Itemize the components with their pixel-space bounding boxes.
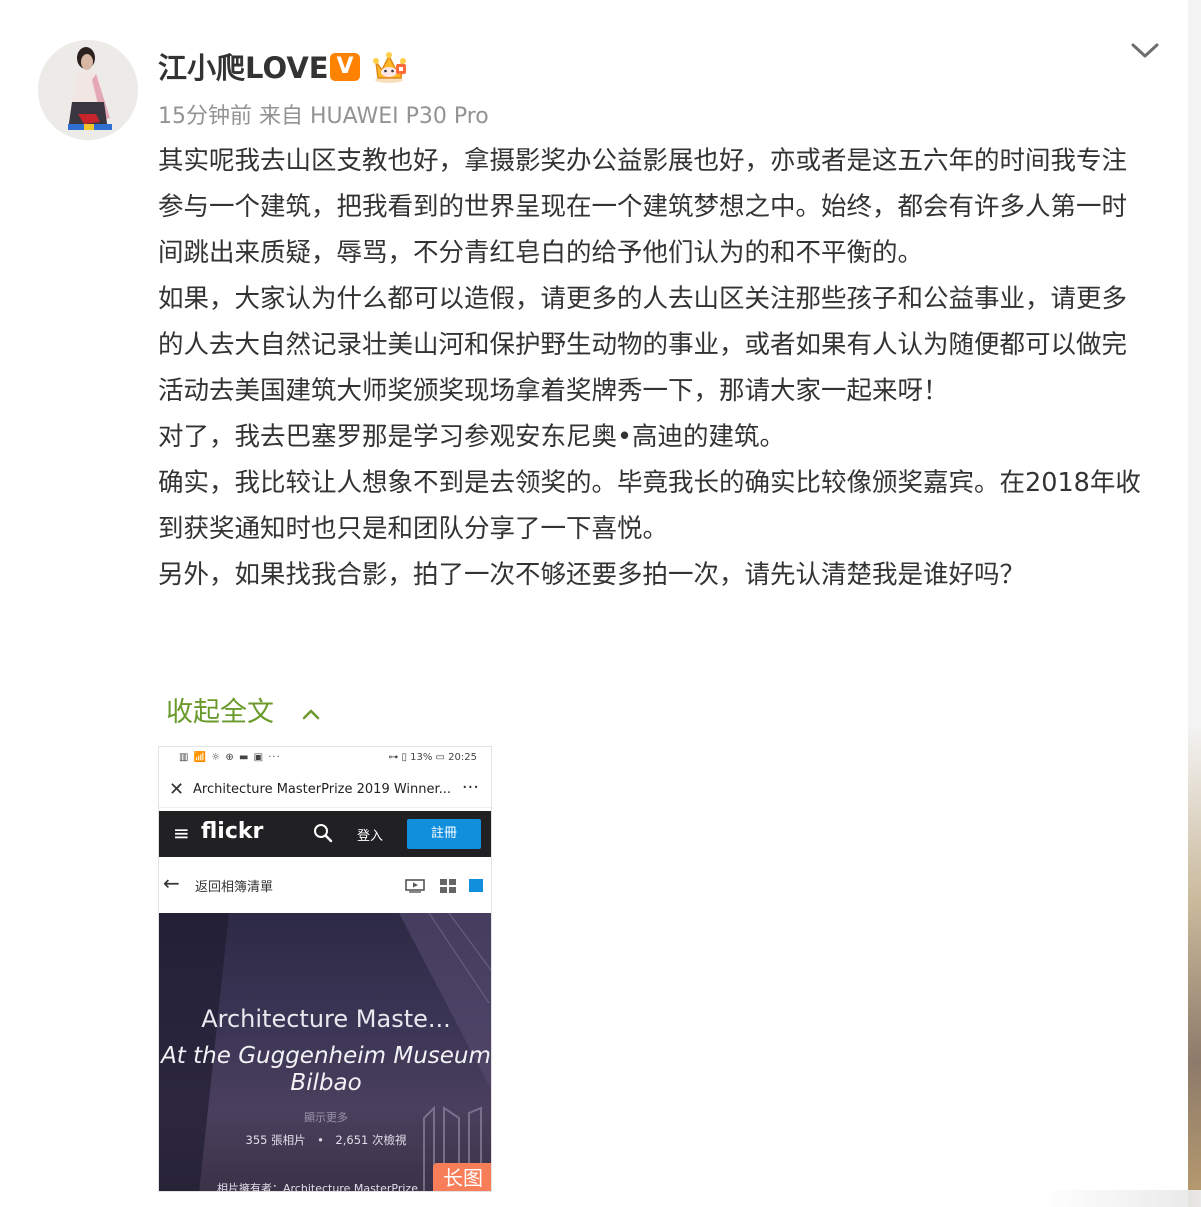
single-view-icon [469,879,483,892]
status-icons-left: ▥ 📶 ☼ ⊕ ▬ ▣ ··· [179,752,281,763]
post-paragraph: 对了，我去巴塞罗那是学习参观安东尼奥•高迪的建筑。 [158,422,786,452]
collapse-text-link[interactable]: 收起全文 [166,693,321,733]
login-link: 登入 [357,829,384,844]
username[interactable]: 江小爬LOVE [158,48,329,88]
menu-icon: ≡ [173,821,190,845]
avatar[interactable] [38,40,138,140]
more-icon: ··· [461,777,479,798]
phone-status-bar: ▥ 📶 ☼ ⊕ ▬ ▣ ··· ⊶ ▯ 13% ▭ 20:25 [159,747,491,771]
browser-page-title: Architecture MasterPrize 2019 Winner... [193,782,452,797]
post-paragraph: 确实，我比较让人想象不到是去领奖的。毕竟我长的确实比较像颁奖嘉宾。在2018年收… [158,468,1141,544]
show-more-link: 顯示更多 [304,1111,348,1124]
status-icons-right: ⊶ ▯ 13% ▭ 20:25 [388,752,477,763]
chevron-up-icon [302,709,319,719]
post-content: 其实呢我去山区支教也好，拿摄影奖办公益影展也好，亦或者是这五六年的时间我专注参与… [158,138,1148,598]
collapse-label: 收起全文 [166,697,274,728]
album-title: Architecture Maste... [201,1005,451,1033]
flickr-navbar: ≡ flickr 登入 註冊 [159,811,491,857]
signup-button: 註冊 [407,819,481,849]
window-edge [1188,0,1201,1207]
post-paragraph: 其实呢我去山区支教也好，拿摄影奖办公益影展也好，亦或者是这五六年的时间我专注参与… [158,146,1128,268]
post-meta: 15分钟前 来自 HUAWEI P30 Pro [158,104,489,129]
album-stats: 355 張相片 • 2,651 次檢視 [245,1133,407,1147]
post-paragraph: 如果，大家认为什么都可以造假，请更多的人去山区关注那些孩子和公益事业，请更多的人… [158,284,1128,406]
crown-icon [372,50,408,84]
slideshow-icon [405,878,425,897]
attached-image[interactable]: ▥ 📶 ☼ ⊕ ▬ ▣ ··· ⊶ ▯ 13% ▭ 20:25 ✕ Archit… [158,746,492,1192]
back-arrow-icon: ← [163,871,180,895]
album-subtitle: At the Guggenheim Museum Bilbao [161,1043,491,1096]
verified-icon: V [330,53,360,81]
avatar-image [38,40,138,140]
search-icon [313,823,333,847]
long-image-badge: 长图 [433,1163,491,1191]
flickr-logo: flickr [201,819,264,844]
album-cover: Architecture Maste... At the Guggenheim … [159,913,491,1192]
post-paragraph: 另外，如果找我合影，拍了一次不够还要多拍一次，请先认清楚我是谁好吗？ [158,560,1026,590]
album-owner: 相片擁有者：Architecture MasterPrize [217,1182,418,1192]
bottom-edge-shadow [1040,1190,1201,1207]
back-to-albums-label: 返回相簿清單 [195,880,274,895]
album-back-bar: ← 返回相簿清單 [159,863,491,909]
close-icon: ✕ [169,779,185,800]
browser-title-bar: ✕ Architecture MasterPrize 2019 Winner..… [159,775,491,808]
grid-view-icon [440,878,456,897]
chevron-down-icon[interactable] [1128,38,1162,64]
